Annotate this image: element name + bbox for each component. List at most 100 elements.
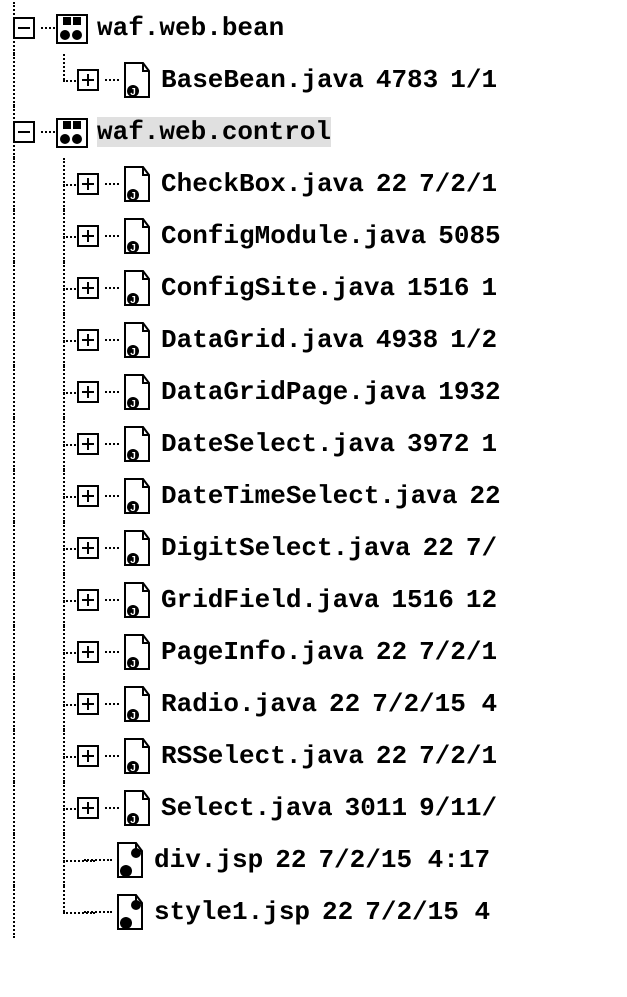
file-date: 7/2/15 4 [372, 689, 497, 719]
tree-file-row[interactable]: PageInfo.java 22 7/2/1 [0, 626, 627, 678]
file-name: DataGridPage.java [161, 377, 426, 407]
tree-file-row[interactable]: DateSelect.java39721 [0, 418, 627, 470]
file-size: 22 [329, 689, 360, 719]
java-file-icon [119, 425, 153, 463]
tree-file-row[interactable]: BaseBean.java47831/1 [0, 54, 627, 106]
tree-file-row[interactable]: Radio.java 22 7/2/15 4 [0, 678, 627, 730]
file-date: 7/2/1 [419, 169, 497, 199]
expand-icon[interactable] [77, 329, 99, 351]
file-name: GridField.java [161, 585, 379, 615]
file-date: 1/2 [450, 325, 497, 355]
file-label[interactable]: Radio.java 22 7/2/15 4 [161, 689, 497, 719]
file-size: 4938 [376, 325, 438, 355]
java-file-icon [119, 217, 153, 255]
file-label[interactable]: Select.java30119/11/ [161, 793, 497, 823]
package-label[interactable]: waf.web.bean [97, 13, 284, 43]
tree-line [105, 599, 119, 601]
package-label[interactable]: waf.web.control [97, 117, 331, 147]
tree-line [0, 366, 50, 418]
tree-line [105, 183, 119, 185]
file-date: 7/2/1 [419, 637, 497, 667]
expand-icon[interactable] [77, 641, 99, 663]
file-label[interactable]: ConfigSite.java15161 [161, 273, 497, 303]
java-file-icon [119, 321, 153, 359]
expand-icon[interactable] [77, 485, 99, 507]
file-label[interactable]: ConfigModule.java5085 [161, 221, 501, 251]
jsp-file-icon [112, 841, 146, 879]
file-label[interactable]: RSSelect.java227/2/1 [161, 741, 497, 771]
file-name: BaseBean.java [161, 65, 364, 95]
tree-line [0, 418, 50, 470]
expand-icon[interactable] [77, 277, 99, 299]
file-date: 7/2/1 [419, 741, 497, 771]
file-label[interactable]: CheckBox.java227/2/1 [161, 169, 497, 199]
tree-file-row[interactable]: div.jsp 22 7/2/15 4:17 [0, 834, 627, 886]
file-date: 9/11/ [419, 793, 497, 823]
file-name: PageInfo.java [161, 637, 364, 667]
file-date: 1 [481, 273, 497, 303]
file-size: 22 [469, 481, 500, 511]
tree-line [0, 470, 50, 522]
file-size: 1516 [391, 585, 453, 615]
collapse-icon[interactable] [13, 121, 35, 143]
tree-file-row[interactable]: CheckBox.java227/2/1 [0, 158, 627, 210]
tree-file-row[interactable]: DataGridPage.java 1932 [0, 366, 627, 418]
tree-line [105, 495, 119, 497]
file-label[interactable]: PageInfo.java 22 7/2/1 [161, 637, 497, 667]
java-file-icon [119, 477, 153, 515]
tree-line [105, 391, 119, 393]
file-label[interactable]: GridField.java151612 [161, 585, 497, 615]
expand-icon[interactable] [77, 693, 99, 715]
tree-file-row[interactable]: DataGrid.java49381/2 [0, 314, 627, 366]
file-size: 22 [275, 845, 306, 875]
expand-icon[interactable] [77, 173, 99, 195]
file-name: CheckBox.java [161, 169, 364, 199]
file-label[interactable]: div.jsp 22 7/2/15 4:17 [154, 845, 490, 875]
file-label[interactable]: DataGridPage.java 1932 [161, 377, 501, 407]
expand-icon[interactable] [77, 745, 99, 767]
expand-icon[interactable] [77, 225, 99, 247]
java-file-icon [119, 61, 153, 99]
file-name: Select.java [161, 793, 333, 823]
file-date: 7/2/15 4:17 [318, 845, 490, 875]
tree-file-row[interactable]: RSSelect.java227/2/1 [0, 730, 627, 782]
tree-file-row[interactable]: style1.jsp227/2/15 4 [0, 886, 627, 938]
java-file-icon [119, 269, 153, 307]
file-size: 22 [423, 533, 454, 563]
tree-package-row[interactable]: waf.web.bean [0, 2, 627, 54]
collapse-icon[interactable] [13, 17, 35, 39]
file-label[interactable]: DateSelect.java39721 [161, 429, 497, 459]
expand-icon[interactable] [77, 797, 99, 819]
tree-line [0, 886, 50, 938]
tree-file-row[interactable]: ConfigModule.java5085 [0, 210, 627, 262]
expand-icon[interactable] [77, 381, 99, 403]
java-file-icon [119, 165, 153, 203]
file-label[interactable]: BaseBean.java47831/1 [161, 65, 497, 95]
expand-icon[interactable] [77, 69, 99, 91]
file-label[interactable]: DataGrid.java49381/2 [161, 325, 497, 355]
expand-icon[interactable] [77, 537, 99, 559]
tree-line [105, 287, 119, 289]
file-size: 1932 [438, 377, 500, 407]
file-label[interactable]: DateTimeSelect.java 22 [161, 481, 501, 511]
tree-line [0, 574, 50, 626]
tree-file-row[interactable]: ConfigSite.java15161 [0, 262, 627, 314]
file-label[interactable]: DigitSelect.java227/ [161, 533, 497, 563]
file-name: div.jsp [154, 845, 263, 875]
expand-icon[interactable] [77, 589, 99, 611]
tree-file-row[interactable]: GridField.java151612 [0, 574, 627, 626]
tree-file-row[interactable]: DigitSelect.java227/ [0, 522, 627, 574]
file-name: DateTimeSelect.java [161, 481, 457, 511]
file-size: 22 [376, 637, 407, 667]
file-name: DateSelect.java [161, 429, 395, 459]
tree-file-row[interactable]: Select.java30119/11/ [0, 782, 627, 834]
tree-package-row[interactable]: waf.web.control [0, 106, 627, 158]
package-tree: waf.web.bean BaseBean.java47831/1 waf.we… [0, 0, 627, 938]
file-label[interactable]: style1.jsp227/2/15 4 [154, 897, 490, 927]
expand-icon[interactable] [77, 433, 99, 455]
file-date: 1 [481, 429, 497, 459]
file-name: Radio.java [161, 689, 317, 719]
file-size: 5085 [438, 221, 500, 251]
tree-file-row[interactable]: DateTimeSelect.java 22 [0, 470, 627, 522]
tree-line [105, 755, 119, 757]
